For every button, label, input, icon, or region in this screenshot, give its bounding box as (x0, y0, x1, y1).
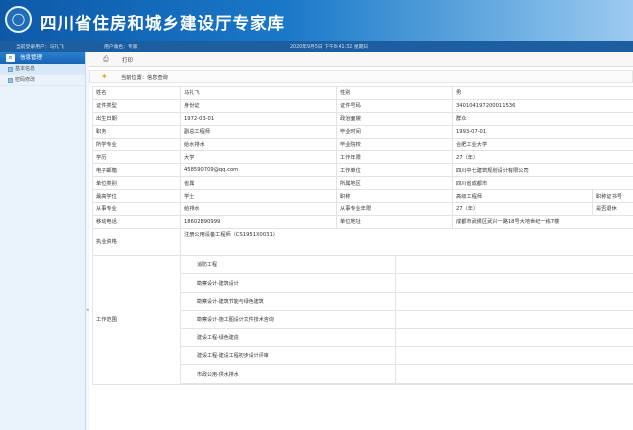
field-label: 电子邮箱 (92, 163, 181, 178)
field-label: 职称证书号 (591, 189, 633, 204)
list-item: 市政公用-供水排水 (181, 364, 633, 384)
breadcrumb-text: 当前位置：信息查询 (121, 75, 168, 81)
field-label: 毕业时间 (336, 124, 453, 139)
field-label: 政治面貌 (336, 111, 453, 126)
field-label: 工作单位 (336, 163, 453, 178)
field-value: 27（年） (452, 202, 593, 216)
table-row: 所学专业 给水排水 毕业院校 合肥工业大学 (92, 137, 633, 152)
field-label: 所属地区 (336, 176, 453, 191)
menu-icon: ≡ (6, 54, 15, 62)
field-value: 省属 (180, 176, 337, 191)
field-label: 移动电话 (92, 214, 181, 229)
field-value: 27（年） (451, 150, 633, 165)
current-user: 当前登录用户：马礼飞 (16, 45, 64, 50)
field-value: 身份证 (180, 98, 337, 113)
field-label: 姓名 (92, 86, 181, 100)
field-value: 合肥工业大学 (451, 137, 633, 152)
breadcrumb: ✦ 当前位置：信息查询 (89, 70, 633, 83)
field-value: 四川中七建筑规划设计有限公司 (451, 163, 633, 178)
sidebar-item-label: 密码修改 (15, 77, 36, 83)
field-value: 马礼飞 (180, 86, 337, 100)
field-value: 男 (451, 86, 633, 100)
status-bar: 当前登录用户：马礼飞 用户角色：专家 2020年9月5日 下午8:41:32 星… (0, 41, 633, 52)
table-row: 工作范围 消防工程 勘察设计-建筑设计 勘察设计-建筑节能与绿色建筑 勘察设计-… (92, 254, 633, 385)
field-value: 四川省成都市 (451, 176, 633, 191)
sidebar-item-change-password[interactable]: 密码修改 (0, 75, 85, 86)
field-label: 工作年限 (336, 150, 453, 165)
field-value: 学士 (180, 189, 337, 204)
printer-icon[interactable]: ⎙ (103, 55, 109, 64)
field-label: 从事专业 (92, 202, 181, 216)
field-value: 458590709@qq.com (180, 163, 337, 178)
field-label: 职务 (92, 124, 181, 139)
table-row: 姓名 马礼飞 性别 男 (92, 86, 633, 100)
field-value: 大学 (180, 150, 337, 165)
collapse-arrow-icon[interactable]: ◂ (86, 307, 89, 313)
table-row: 电子邮箱 458590709@qq.com 工作单位 四川中七建筑规划设计有限公… (92, 163, 633, 178)
field-value: 注册公用设备工程师（CS1951X0031） (179, 227, 633, 256)
datetime: 2020年9月5日 下午8:41:32 星期日 (290, 45, 369, 50)
sidebar-item-label: 基本信息 (15, 66, 36, 72)
sidebar: ≡ 信息管理 基本信息 密码修改 (0, 52, 86, 430)
field-label: 出生日期 (92, 111, 181, 126)
list-item: 建设工程-绿色建造 (181, 328, 633, 348)
field-value: 副总工程师 (180, 124, 337, 139)
field-label: 单位类别 (92, 176, 181, 191)
sidebar-section-label: 信息管理 (20, 55, 43, 61)
print-button[interactable]: 打印 (122, 56, 133, 64)
work-scope-list: 消防工程 勘察设计-建筑设计 勘察设计-建筑节能与绿色建筑 勘察设计-施工图设计… (181, 256, 633, 384)
field-label: 执业资格 (92, 227, 181, 256)
list-item: 建设工程-建设工程初步设计评审 (181, 346, 633, 366)
list-item: 勘察设计-施工图设计文件技术咨询 (181, 310, 633, 330)
app-header: ◯ 四川省住房和城乡建设厅专家库 (0, 0, 633, 41)
field-label: 是否退休 (591, 202, 633, 216)
list-item: 勘察设计-建筑节能与绿色建筑 (181, 292, 633, 311)
field-value: 群众 (451, 111, 633, 126)
sidebar-splitter[interactable]: ◂ (86, 52, 89, 430)
field-value: 给水排水 (180, 137, 337, 152)
field-label: 从事专业年限 (336, 202, 453, 216)
field-label: 职称 (336, 189, 453, 204)
table-row: 学历 大学 工作年限 27（年） (92, 150, 633, 165)
field-value: 340104197200011536 (451, 98, 633, 113)
expert-info-table: 姓名 马礼飞 性别 男 证件类型 身份证 证件号码 34010419720001… (92, 86, 633, 385)
list-item: 消防工程 (181, 256, 633, 275)
field-label: 最高学位 (92, 189, 181, 204)
site-title: 四川省住房和城乡建设厅专家库 (40, 14, 285, 33)
field-label: 性别 (336, 86, 453, 100)
work-scope-cell: 消防工程 勘察设计-建筑设计 勘察设计-建筑节能与绿色建筑 勘察设计-施工图设计… (179, 254, 633, 385)
field-label: 学历 (92, 150, 181, 165)
table-row: 移动电话 18602890999 单位地址 成都市武侯区武兴一路18号大地世纪一… (92, 214, 633, 229)
field-value: 1993-07-01 (451, 124, 633, 139)
field-label: 工作范围 (92, 254, 181, 385)
table-row: 从事专业 给排水 从事专业年限 27（年） 是否退休 (92, 202, 633, 216)
field-label: 单位地址 (336, 214, 453, 229)
table-row: 出生日期 1972-03-01 政治面貌 群众 (92, 111, 633, 126)
field-label: 所学专业 (92, 137, 181, 152)
table-row: 单位类别 省属 所属地区 四川省成都市 (92, 176, 633, 191)
page-icon (8, 78, 13, 83)
user-role: 用户角色：专家 (104, 45, 138, 50)
toolbar: ⎙ 打印 (89, 52, 633, 67)
table-row: 执业资格 注册公用设备工程师（CS1951X0031） (92, 227, 633, 256)
list-item: 勘察设计-建筑设计 (181, 273, 633, 293)
field-label: 证件号码 (336, 98, 453, 113)
field-value: 成都市武侯区武兴一路18号大地世纪一栋7楼 (451, 214, 633, 229)
page-icon (8, 67, 13, 72)
table-row: 证件类型 身份证 证件号码 340104197200011536 (92, 98, 633, 113)
field-label: 毕业院校 (336, 137, 453, 152)
field-label: 证件类型 (92, 98, 181, 113)
field-value: 18602890999 (180, 214, 337, 229)
table-row: 职务 副总工程师 毕业时间 1993-07-01 (92, 124, 633, 139)
site-logo: ◯ (5, 6, 32, 33)
location-icon: ✦ (101, 72, 108, 81)
field-value: 1972-03-01 (180, 111, 337, 126)
field-value: 给排水 (180, 202, 337, 216)
table-row: 最高学位 学士 职称 高级工程师 职称证书号 (92, 189, 633, 204)
sidebar-item-basic-info[interactable]: 基本信息 (0, 64, 85, 75)
field-value: 高级工程师 (452, 189, 593, 204)
sidebar-section-info-management[interactable]: ≡ 信息管理 (0, 52, 85, 64)
